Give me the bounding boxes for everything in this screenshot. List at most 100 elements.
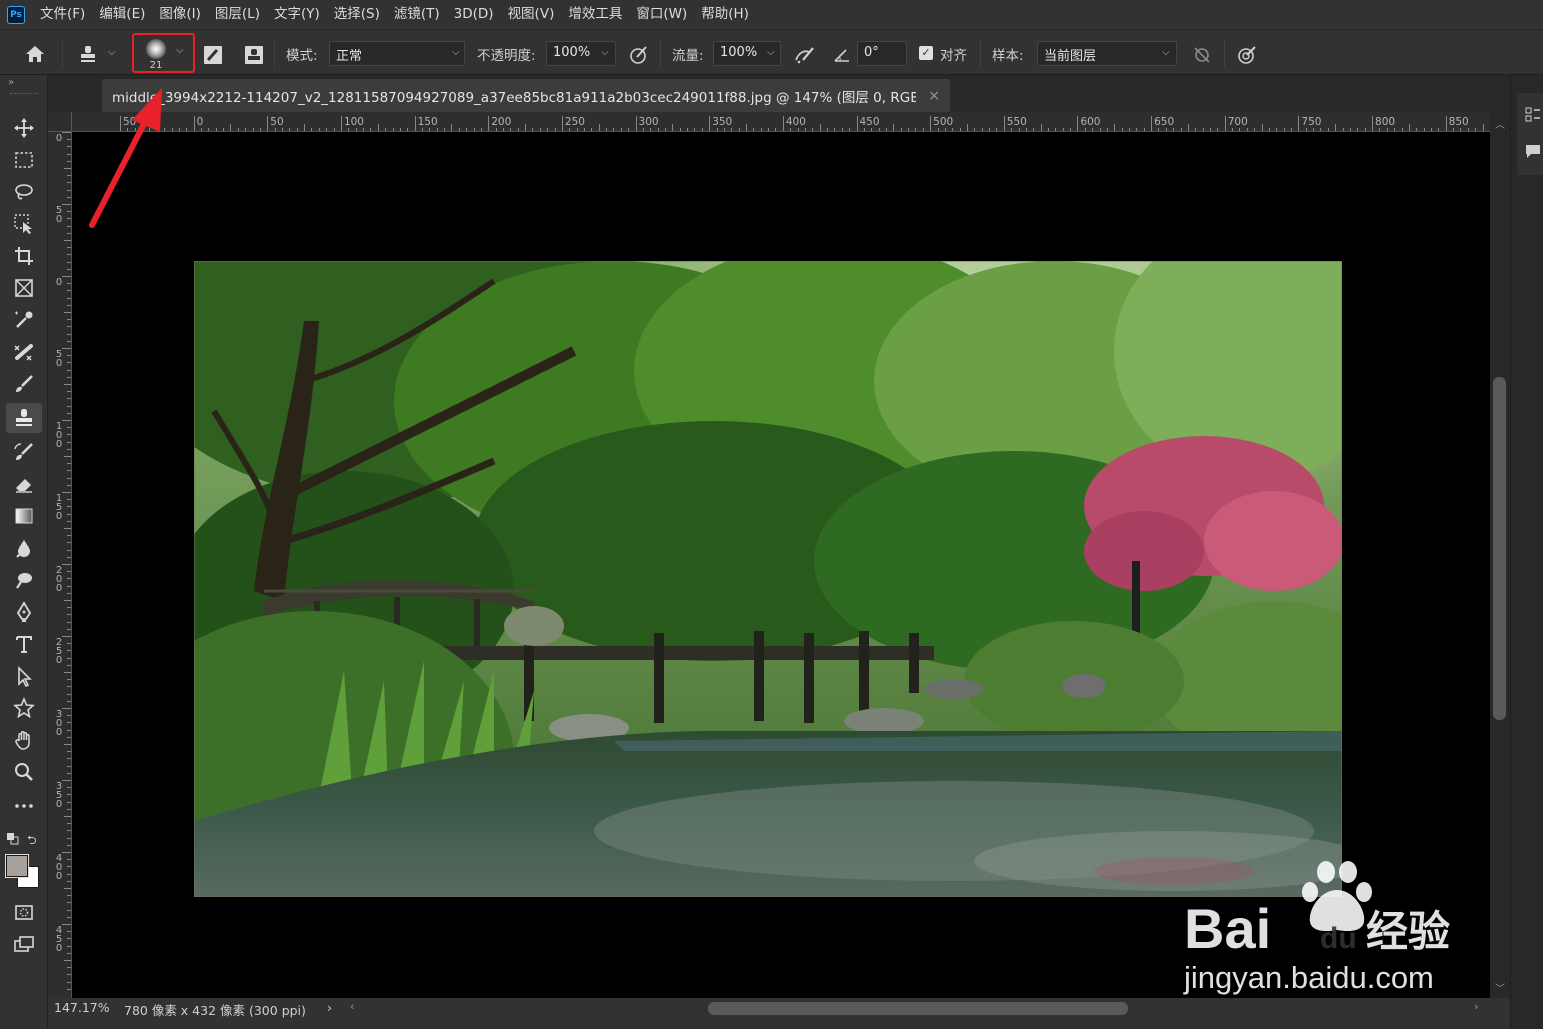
clone-stamp-icon[interactable]	[6, 403, 42, 433]
close-icon[interactable]: ×	[928, 88, 940, 104]
status-menu-arrow[interactable]: ›	[327, 1000, 332, 1015]
ruler-minor-tick	[64, 960, 71, 961]
pen-icon[interactable]	[6, 597, 42, 627]
clone-source-icon[interactable]	[241, 42, 267, 68]
separator	[274, 38, 275, 68]
ruler-label: 550	[1006, 116, 1027, 128]
menu-window[interactable]: 窗口(W)	[629, 0, 694, 29]
menu-layer[interactable]: 图层(L)	[208, 0, 267, 29]
document-tab-bar: middle_3994x2212-114207_v2_1281158709492…	[48, 75, 1510, 112]
gradient-icon[interactable]	[6, 501, 42, 531]
healing-icon[interactable]	[6, 337, 42, 367]
vertical-scroll-thumb[interactable]	[1493, 377, 1506, 720]
ruler-minor-tick	[598, 124, 600, 131]
zoom-level[interactable]: 147.17%	[54, 1000, 110, 1015]
menu-help[interactable]: 帮助(H)	[694, 0, 756, 29]
menu-select[interactable]: 选择(S)	[327, 0, 387, 29]
screen-mode-icon[interactable]	[6, 929, 42, 959]
ruler-tick	[1298, 116, 1300, 131]
horizontal-scrollbar[interactable]: ‹ ›	[348, 1000, 1488, 1016]
brush-settings-icon[interactable]	[200, 42, 226, 68]
menu-view[interactable]: 视图(V)	[501, 0, 562, 29]
pressure-size-icon[interactable]	[1235, 43, 1259, 67]
menu-3d[interactable]: 3D(D)	[447, 0, 501, 29]
lasso-icon[interactable]	[6, 177, 42, 207]
menu-edit[interactable]: 编辑(E)	[92, 0, 152, 29]
ruler-minor-tick	[64, 600, 71, 601]
blur-icon[interactable]	[6, 533, 42, 563]
chevron-down-icon[interactable]: ⌵	[601, 47, 609, 58]
airbrush-icon[interactable]	[792, 43, 818, 67]
ignore-adjustment-layers-icon[interactable]	[1190, 43, 1214, 67]
angle-input[interactable]: 0°	[857, 41, 907, 66]
menu-filter[interactable]: 滤镜(T)	[387, 0, 447, 29]
menu-file[interactable]: 文件(F)	[33, 0, 92, 29]
comments-icon[interactable]	[1525, 143, 1541, 159]
chevron-down-icon[interactable]: ⌵	[767, 47, 775, 58]
chevron-up-icon[interactable]: ︿	[1495, 116, 1505, 131]
properties-icon[interactable]	[1525, 107, 1541, 123]
ruler-label: 150	[417, 116, 438, 128]
history-brush-icon[interactable]	[6, 437, 42, 467]
chevron-left-icon[interactable]: ‹	[350, 1000, 354, 1013]
menu-image[interactable]: 图像(I)	[152, 0, 208, 29]
hand-icon[interactable]	[6, 725, 42, 755]
shape-icon[interactable]	[6, 693, 42, 723]
zoom-icon[interactable]	[6, 757, 42, 787]
type-icon[interactable]	[6, 629, 42, 659]
foreground-color-swatch[interactable]	[5, 854, 29, 878]
dodge-icon[interactable]	[6, 565, 42, 595]
ruler-origin[interactable]	[48, 112, 72, 132]
document-tab[interactable]: middle_3994x2212-114207_v2_1281158709492…	[102, 79, 950, 112]
chevron-right-icon[interactable]: ›	[1474, 1000, 1478, 1013]
ruler-minor-tick	[893, 124, 895, 131]
panel-collapse-icon[interactable]: »	[8, 77, 14, 88]
move-icon[interactable]	[6, 113, 42, 143]
status-bar: 147.17% 780 像素 x 432 像素 (300 ppi) › ‹ ›	[48, 998, 1510, 1029]
mode-select[interactable]: 正常	[329, 41, 465, 66]
sample-select[interactable]: 当前图层	[1037, 41, 1177, 66]
ruler-label: 250	[564, 116, 585, 128]
align-checkbox[interactable]: ✓	[919, 46, 933, 60]
menu-plugins[interactable]: 增效工具	[561, 0, 629, 29]
ruler-tick	[561, 116, 563, 131]
object-select-icon[interactable]	[6, 209, 42, 239]
marquee-icon[interactable]	[6, 145, 42, 175]
ruler-tick	[62, 924, 71, 925]
quick-mask-icon[interactable]	[6, 897, 42, 927]
more-tools-icon[interactable]	[6, 791, 42, 821]
crop-icon[interactable]	[6, 241, 42, 271]
swap-colors-icon[interactable]: ⮌	[27, 831, 37, 852]
brush-icon[interactable]	[6, 369, 42, 399]
frame-icon[interactable]	[6, 273, 42, 303]
eraser-icon[interactable]	[6, 469, 42, 499]
ruler-minor-tick	[746, 124, 748, 131]
panel-grip[interactable]	[10, 93, 38, 95]
tool-preset-icon[interactable]	[74, 41, 102, 67]
document-tab-title: middle_3994x2212-114207_v2_1281158709492…	[112, 89, 917, 106]
brush-preset-picker[interactable]: 21 ⌵	[132, 33, 195, 73]
garden-pond-photo[interactable]	[194, 261, 1342, 897]
vertical-ruler[interactable]: 0 50 0 50 100 150 200 250 300 350 400 450	[48, 112, 72, 998]
chevron-down-icon[interactable]: ﹀	[1495, 980, 1505, 995]
vertical-scrollbar[interactable]: ︿ ﹀	[1490, 112, 1510, 998]
ruler-minor-tick	[64, 528, 71, 529]
horizontal-scroll-thumb[interactable]	[708, 1002, 1128, 1015]
pressure-opacity-icon[interactable]	[627, 43, 651, 67]
horizontal-ruler[interactable]: 50 0 50 100 150 200 250 300 350 400 450 500 550 600 65…	[48, 112, 1490, 132]
eyedropper-icon[interactable]	[6, 305, 42, 335]
menu-type[interactable]: 文字(Y)	[267, 0, 327, 29]
home-icon[interactable]	[20, 41, 50, 67]
ruler-label: 250	[55, 637, 63, 666]
default-colors-icon[interactable]	[7, 833, 19, 845]
ruler-label: 700	[1227, 116, 1248, 128]
ruler-label: 800	[1375, 116, 1396, 128]
chevron-down-icon[interactable]: ⌵	[108, 47, 116, 58]
flow-label: 流量:	[672, 48, 704, 64]
mode-label: 模式:	[286, 48, 318, 64]
ruler-label: 650	[1154, 116, 1175, 128]
canvas-area[interactable]	[72, 132, 1490, 998]
path-select-icon[interactable]	[6, 661, 42, 691]
ruler-label: 50	[55, 349, 63, 369]
ruler-minor-tick	[64, 240, 71, 241]
